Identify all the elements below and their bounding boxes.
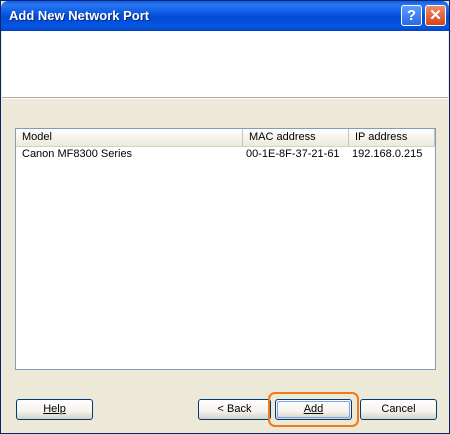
add-button-highlight-ring	[268, 392, 359, 427]
cancel-button[interactable]: Cancel	[360, 399, 437, 420]
column-header-mac-address[interactable]: MAC address	[243, 129, 349, 146]
title-bar[interactable]: Add New Network Port ? ✕	[1, 1, 449, 31]
cancel-button-label: Cancel	[381, 403, 416, 415]
column-header-model[interactable]: Model	[16, 129, 243, 146]
help-icon[interactable]: ?	[401, 5, 422, 26]
back-button[interactable]: < Back	[198, 399, 271, 420]
row-mac-address: 00-1E-8F-37-21-61	[246, 148, 340, 160]
list-row[interactable]: Canon MF8300 Series 00-1E-8F-37-21-61 19…	[16, 147, 435, 163]
row-ip-address: 192.168.0.215	[352, 148, 423, 160]
help-button[interactable]: Help	[16, 399, 93, 420]
row-model: Canon MF8300 Series	[22, 148, 133, 160]
back-button-label: < Back	[217, 403, 252, 415]
help-button-label: Help	[43, 403, 66, 415]
close-icon[interactable]: ✕	[425, 5, 446, 26]
network-port-list[interactable]: Model MAC address IP address Canon MF830…	[15, 128, 436, 370]
column-header-ip-address[interactable]: IP address	[349, 129, 435, 146]
list-header: Model MAC address IP address	[16, 129, 435, 147]
add-network-port-dialog: Add New Network Port ? ✕ Model MAC addre…	[0, 0, 450, 434]
header-separator	[2, 97, 448, 99]
header-area	[2, 31, 448, 97]
dialog-title: Add New Network Port	[9, 8, 150, 23]
